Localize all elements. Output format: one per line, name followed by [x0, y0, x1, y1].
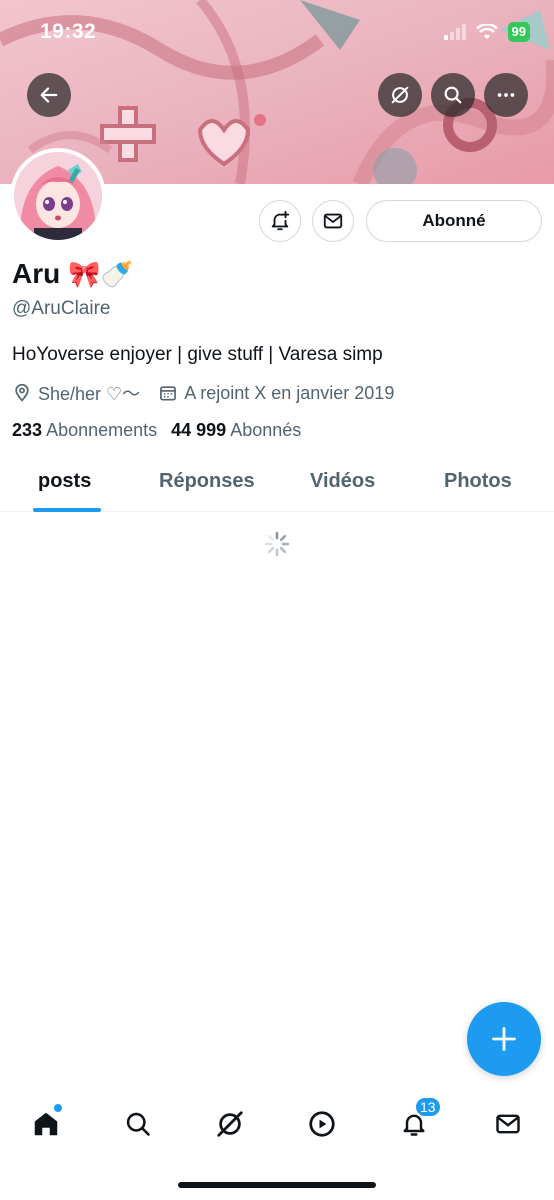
- grok-button[interactable]: [378, 73, 422, 117]
- tab-videos[interactable]: Vidéos: [310, 470, 375, 493]
- search-icon: [126, 1112, 150, 1136]
- tab-replies[interactable]: Réponses: [159, 470, 255, 493]
- location-pin-icon: [15, 383, 29, 402]
- nav-grok[interactable]: [210, 1104, 250, 1144]
- status-time: 19:32: [40, 20, 97, 43]
- envelope-icon: [496, 1114, 520, 1134]
- location-text: She/her ♡〜: [38, 384, 141, 404]
- notifications-badge: 13: [414, 1096, 442, 1118]
- follow-counts: 233 Abonnements 44 999 Abonnés: [12, 420, 301, 441]
- nav-videos[interactable]: [302, 1104, 342, 1144]
- nav-search[interactable]: [118, 1104, 158, 1144]
- tab-posts[interactable]: posts: [38, 470, 91, 493]
- tab-photos[interactable]: Photos: [444, 470, 512, 493]
- display-name: Aru 🎀🍼: [12, 258, 133, 290]
- nav-home[interactable]: [26, 1104, 66, 1144]
- bottom-nav: 13: [0, 1090, 554, 1156]
- signal-icon: [443, 24, 466, 40]
- followers-label: Abonnés: [230, 420, 302, 440]
- joined-text: A rejoint X en janvier 2019: [184, 382, 395, 403]
- calendar-icon: [160, 386, 177, 401]
- home-icon: [34, 1112, 58, 1136]
- home-new-dot: [54, 1104, 62, 1112]
- wifi-icon: [475, 24, 498, 39]
- home-indicator: [178, 1182, 376, 1188]
- more-dots-icon: [497, 93, 515, 97]
- profile-meta: She/her ♡〜 A rejoint X en janvier 2019: [12, 380, 412, 406]
- bio: HoYoverse enjoyer | give stuff | Varesa …: [12, 344, 383, 365]
- following-count: 233: [12, 420, 43, 440]
- nav-notifications[interactable]: 13: [394, 1096, 442, 1144]
- search-icon: [444, 86, 462, 104]
- following-label: Abonnements: [46, 420, 158, 440]
- profile-tabs: posts Réponses Vidéos Photos: [0, 454, 554, 512]
- loading-spinner: [263, 530, 291, 558]
- active-tab-indicator: [33, 508, 101, 512]
- joined-item: A rejoint X en janvier 2019: [158, 383, 394, 404]
- avatar[interactable]: [10, 148, 106, 244]
- user-handle: @AruClaire: [12, 298, 111, 319]
- status-bar: 19:32 99: [0, 0, 554, 64]
- compose-button[interactable]: [467, 1002, 541, 1076]
- grok-icon: [391, 86, 409, 104]
- notify-button[interactable]: [259, 200, 301, 242]
- followers-count: 44 999: [171, 420, 227, 440]
- nav-messages[interactable]: [488, 1104, 528, 1144]
- display-name-text: Aru: [12, 258, 61, 289]
- more-button[interactable]: [484, 73, 528, 117]
- search-button[interactable]: [431, 73, 475, 117]
- status-icons: 99: [443, 22, 530, 42]
- play-icon: [309, 1111, 335, 1137]
- following-link[interactable]: 233 Abonnements: [12, 420, 157, 441]
- plus-icon: [492, 1027, 516, 1051]
- following-button[interactable]: Abonné: [366, 200, 542, 242]
- battery-indicator: 99: [507, 22, 530, 42]
- followers-link[interactable]: 44 999 Abonnés: [171, 420, 301, 441]
- grok-icon: [217, 1111, 243, 1137]
- envelope-icon: [323, 213, 343, 229]
- arrow-left-icon: [40, 87, 58, 103]
- location-item: She/her ♡〜: [12, 380, 140, 406]
- back-button[interactable]: [27, 73, 71, 117]
- message-button[interactable]: [312, 200, 354, 242]
- bell-plus-icon: [271, 210, 290, 231]
- display-name-emoji: 🎀🍼: [68, 258, 133, 289]
